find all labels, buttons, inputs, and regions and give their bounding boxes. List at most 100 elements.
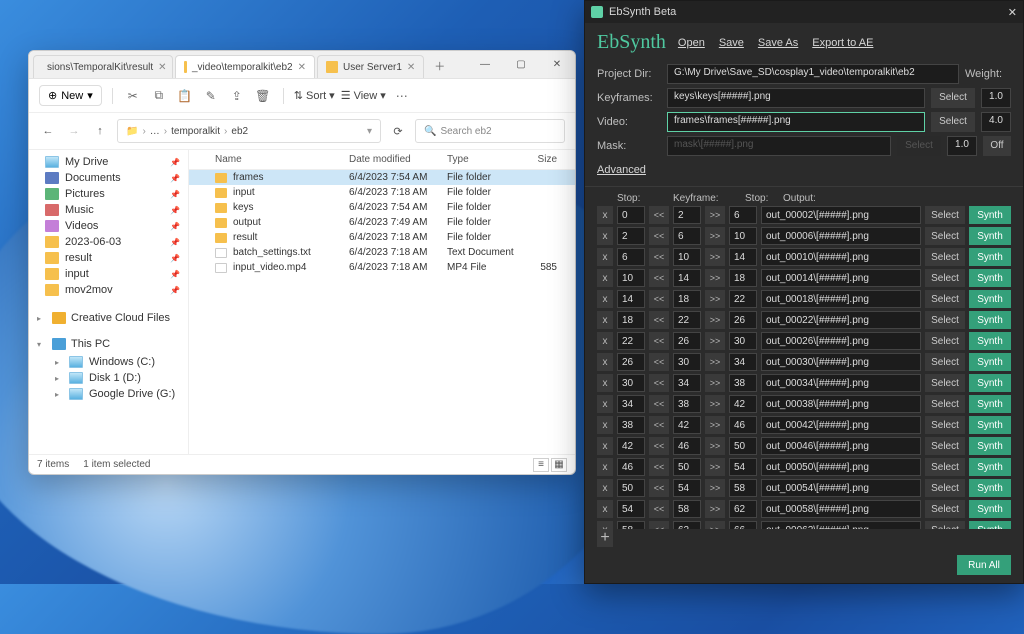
layout-list-icon[interactable]: ≡ <box>533 458 549 472</box>
row-synth-button[interactable]: Synth <box>969 332 1011 350</box>
file-row-1[interactable]: input6/4/2023 7:18 AMFile folder <box>189 185 575 200</box>
forward-button[interactable]: → <box>65 122 83 140</box>
row-keyframe[interactable]: 22 <box>673 311 701 329</box>
row-stop-b[interactable]: 42 <box>729 395 757 413</box>
row-keyframe[interactable]: 58 <box>673 500 701 518</box>
row-stop-a[interactable]: 58 <box>617 521 645 529</box>
row-output[interactable]: out_00030\[#####].png <box>761 353 921 371</box>
row-next-button[interactable]: >> <box>705 437 725 455</box>
row-synth-button[interactable]: Synth <box>969 458 1011 476</box>
up-button[interactable]: ↑ <box>91 122 109 140</box>
row-output[interactable]: out_00014\[#####].png <box>761 269 921 287</box>
video-weight[interactable]: 4.0 <box>981 112 1011 132</box>
row-output[interactable]: out_00022\[#####].png <box>761 311 921 329</box>
row-stop-a[interactable]: 42 <box>617 437 645 455</box>
row-output[interactable]: out_00042\[#####].png <box>761 416 921 434</box>
row-stop-a[interactable]: 38 <box>617 416 645 434</box>
row-next-button[interactable]: >> <box>705 311 725 329</box>
row-next-button[interactable]: >> <box>705 395 725 413</box>
sidebar-item-2[interactable]: Pictures📌 <box>29 186 188 202</box>
row-stop-b[interactable]: 58 <box>729 479 757 497</box>
sidebar-drive-1[interactable]: ▸Disk 1 (D:) <box>29 370 188 386</box>
row-synth-button[interactable]: Synth <box>969 353 1011 371</box>
row-synth-button[interactable]: Synth <box>969 479 1011 497</box>
row-delete-button[interactable]: x <box>597 311 613 329</box>
row-delete-button[interactable]: x <box>597 332 613 350</box>
row-synth-button[interactable]: Synth <box>969 269 1011 287</box>
row-stop-b[interactable]: 50 <box>729 437 757 455</box>
row-keyframe[interactable]: 38 <box>673 395 701 413</box>
tab-2[interactable]: User Server1✕ <box>317 55 424 78</box>
row-stop-b[interactable]: 10 <box>729 227 757 245</box>
row-stop-b[interactable]: 34 <box>729 353 757 371</box>
row-stop-a[interactable]: 26 <box>617 353 645 371</box>
sidebar-item-7[interactable]: input📌 <box>29 266 188 282</box>
row-output[interactable]: out_00046\[#####].png <box>761 437 921 455</box>
row-keyframe[interactable]: 62 <box>673 521 701 529</box>
file-row-4[interactable]: result6/4/2023 7:18 AMFile folder <box>189 230 575 245</box>
row-select-button[interactable]: Select <box>925 248 965 266</box>
keyframes-weight[interactable]: 1.0 <box>981 88 1011 108</box>
crumb-1[interactable]: temporalkit <box>171 126 220 137</box>
row-keyframe[interactable]: 54 <box>673 479 701 497</box>
row-output[interactable]: out_00010\[#####].png <box>761 248 921 266</box>
refresh-button[interactable]: ⟳ <box>389 122 407 140</box>
row-prev-button[interactable]: << <box>649 521 669 529</box>
link-save[interactable]: Save <box>719 37 744 49</box>
sidebar-item-0[interactable]: My Drive📌 <box>29 154 188 170</box>
row-select-button[interactable]: Select <box>925 353 965 371</box>
row-keyframe[interactable]: 14 <box>673 269 701 287</box>
sidebar-drive-0[interactable]: ▸Windows (C:) <box>29 354 188 370</box>
col-date[interactable]: Date modified <box>349 154 447 165</box>
row-next-button[interactable]: >> <box>705 374 725 392</box>
row-stop-b[interactable]: 38 <box>729 374 757 392</box>
file-row-0[interactable]: frames6/4/2023 7:54 AMFile folder <box>189 170 575 185</box>
row-next-button[interactable]: >> <box>705 332 725 350</box>
row-output[interactable]: out_00038\[#####].png <box>761 395 921 413</box>
file-row-6[interactable]: input_video.mp46/4/2023 7:18 AMMP4 File5… <box>189 260 575 275</box>
row-keyframe[interactable]: 30 <box>673 353 701 371</box>
row-delete-button[interactable]: x <box>597 206 613 224</box>
row-synth-button[interactable]: Synth <box>969 290 1011 308</box>
video-input[interactable]: frames\frames[#####].png <box>667 112 925 132</box>
mask-weight[interactable]: 1.0 <box>947 136 977 156</box>
row-prev-button[interactable]: << <box>649 500 669 518</box>
row-prev-button[interactable]: << <box>649 416 669 434</box>
row-delete-button[interactable]: x <box>597 416 613 434</box>
project-dir-input[interactable]: G:\My Drive\Save_SD\cosplay1_video\tempo… <box>667 64 959 84</box>
row-select-button[interactable]: Select <box>925 227 965 245</box>
row-delete-button[interactable]: x <box>597 227 613 245</box>
row-synth-button[interactable]: Synth <box>969 311 1011 329</box>
more-icon[interactable]: ⋯ <box>392 86 412 106</box>
row-prev-button[interactable]: << <box>649 437 669 455</box>
row-prev-button[interactable]: << <box>649 206 669 224</box>
sidebar-this-pc[interactable]: ▾This PC <box>29 334 188 354</box>
row-stop-b[interactable]: 62 <box>729 500 757 518</box>
new-tab-button[interactable]: ＋ <box>426 54 453 78</box>
row-synth-button[interactable]: Synth <box>969 500 1011 518</box>
sidebar-item-3[interactable]: Music📌 <box>29 202 188 218</box>
row-delete-button[interactable]: x <box>597 479 613 497</box>
row-delete-button[interactable]: x <box>597 269 613 287</box>
view-button[interactable]: ☰ View ▾ <box>341 89 386 102</box>
row-delete-button[interactable]: x <box>597 458 613 476</box>
row-next-button[interactable]: >> <box>705 521 725 529</box>
row-prev-button[interactable]: << <box>649 332 669 350</box>
row-stop-a[interactable]: 10 <box>617 269 645 287</box>
row-prev-button[interactable]: << <box>649 248 669 266</box>
row-keyframe[interactable]: 50 <box>673 458 701 476</box>
row-select-button[interactable]: Select <box>925 416 965 434</box>
row-stop-a[interactable]: 6 <box>617 248 645 266</box>
row-delete-button[interactable]: x <box>597 437 613 455</box>
tab-1[interactable]: _video\temporalkit\eb2✕ <box>175 55 315 78</box>
row-stop-b[interactable]: 18 <box>729 269 757 287</box>
row-select-button[interactable]: Select <box>925 458 965 476</box>
rename-icon[interactable]: ✎ <box>201 86 221 106</box>
cut-icon[interactable]: ✂ <box>123 86 143 106</box>
delete-icon[interactable]: 🗑 <box>253 86 273 106</box>
row-stop-a[interactable]: 2 <box>617 227 645 245</box>
row-select-button[interactable]: Select <box>925 311 965 329</box>
row-prev-button[interactable]: << <box>649 311 669 329</box>
row-next-button[interactable]: >> <box>705 416 725 434</box>
row-stop-b[interactable]: 66 <box>729 521 757 529</box>
